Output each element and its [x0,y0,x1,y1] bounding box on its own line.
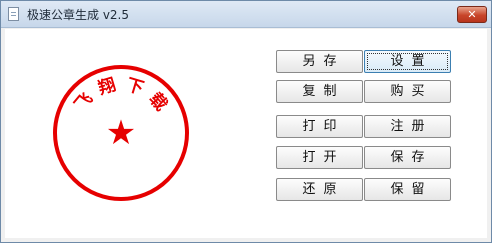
restore-button[interactable]: 还原 [276,178,363,201]
settings-button[interactable]: 设置 [364,50,451,73]
register-label: 注册 [390,119,433,134]
save-label: 保存 [390,150,433,165]
close-icon: ✕ [467,8,477,21]
close-button[interactable]: ✕ [457,6,487,23]
print-label: 打印 [302,119,345,134]
client-area: 飞翔下载 ★ 另存 设置 复制 购买 打印 注册 打开 保存 还原 保留 [5,29,487,238]
seal-preview: 飞翔 下载 ★ [53,65,189,201]
seal-text: 飞翔 下载 [71,74,172,115]
restore-label: 还原 [302,182,345,197]
window-title: 极速公章生成 v2.5 [27,8,130,22]
save-as-button[interactable]: 另存 [276,50,363,73]
print-button[interactable]: 打印 [276,115,363,138]
seal-char: 翔 [95,74,118,99]
keep-label: 保留 [390,182,433,197]
copy-label: 复制 [302,84,345,99]
save-as-label: 另存 [302,54,345,69]
seal-char: 载 [145,89,172,116]
register-button[interactable]: 注册 [364,115,451,138]
title-bar[interactable]: 极速公章生成 v2.5 ✕ [1,1,491,28]
focus-indicator [367,53,448,70]
seal-char: 下 [124,75,146,99]
open-button[interactable]: 打开 [276,146,363,169]
app-window: 极速公章生成 v2.5 ✕ 飞翔下载 ★ 另存 设置 复制 购买 打印 注册 打… [0,0,492,243]
buy-label: 购买 [390,84,433,99]
save-button[interactable]: 保存 [364,146,451,169]
keep-button[interactable]: 保留 [364,178,451,201]
buy-button[interactable]: 购买 [364,80,451,103]
copy-button[interactable]: 复制 [276,80,363,103]
open-label: 打开 [302,150,345,165]
seal-char: 飞 [71,89,97,115]
document-icon [8,7,19,21]
seal-star: ★ [106,113,136,153]
